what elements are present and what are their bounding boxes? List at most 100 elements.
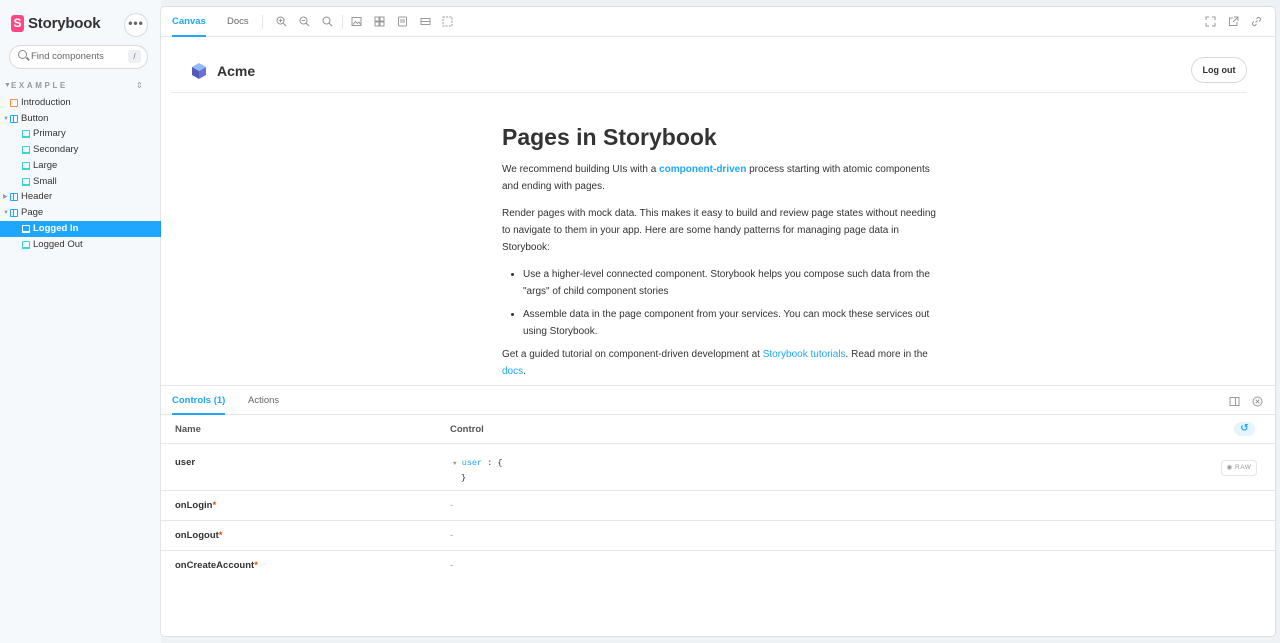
section-header-example[interactable]: ▼ EXAMPLE ⇕ xyxy=(0,80,161,92)
sidebar-item-label: Large xyxy=(33,160,58,171)
required-mark: * xyxy=(254,560,258,571)
arg-control: - xyxy=(450,530,454,541)
storybook-logo-icon: S xyxy=(11,15,24,32)
brand-name: Storybook xyxy=(28,15,101,32)
text: Get a guided tutorial on component-drive… xyxy=(502,349,763,360)
sidebar-item-page[interactable]: ▼ Page xyxy=(0,205,161,221)
sidebar-item-header[interactable]: ▶ Header xyxy=(0,189,161,205)
viewport-icon[interactable] xyxy=(397,16,408,27)
sidebar-item-small[interactable]: Small xyxy=(0,174,161,190)
sidebar-item-introduction[interactable]: Introduction xyxy=(0,95,161,111)
docs-link[interactable]: docs xyxy=(502,366,523,377)
arg-name-text: onLogout xyxy=(175,530,219,541)
copy-link-icon[interactable] xyxy=(1251,16,1262,27)
expand-collapse-icon[interactable]: ⇕ xyxy=(136,80,143,92)
tab-docs[interactable]: Docs xyxy=(227,7,249,37)
sidebar-item-label: Page xyxy=(21,207,44,218)
toolbar-divider xyxy=(262,15,263,29)
toolbar-divider xyxy=(342,15,343,29)
article-paragraph: Render pages with mock data. This makes … xyxy=(502,208,936,253)
text: . xyxy=(523,366,526,377)
object-key: user xyxy=(461,458,483,468)
sidebar-item-label: Header xyxy=(21,191,53,202)
text: . Read more in the xyxy=(845,349,928,360)
chevron-down-icon[interactable]: ▼ xyxy=(453,460,457,467)
zoom-out-icon[interactable] xyxy=(299,16,310,27)
table-row: user ▼ user : { } ◉ RAW xyxy=(161,444,1275,491)
sidebar-item-secondary[interactable]: Secondary xyxy=(0,142,161,158)
chevron-right-icon: ▶ xyxy=(3,194,8,200)
required-mark: * xyxy=(218,530,223,541)
storybook-brand[interactable]: S Storybook xyxy=(11,15,101,32)
sidebar-item-label: Introduction xyxy=(21,97,71,108)
table-row: onLogin* - xyxy=(161,491,1275,521)
tab-canvas[interactable]: Canvas xyxy=(172,7,206,37)
acme-logo-icon xyxy=(191,63,207,79)
raw-toggle-button[interactable]: ◉ RAW xyxy=(1222,461,1256,475)
zoom-reset-icon[interactable] xyxy=(322,16,333,27)
page-article: Pages in Storybook We recommend building… xyxy=(502,123,937,385)
sidebar: S Storybook ••• Find components / ▼ EXAM… xyxy=(0,0,161,643)
document-icon xyxy=(10,99,18,107)
search-shortcut-key: / xyxy=(128,50,141,63)
bookmark-icon xyxy=(22,241,30,249)
arg-name: onLogin* xyxy=(175,500,216,511)
object-control[interactable]: ▼ user : { } xyxy=(453,456,503,486)
reset-controls-button[interactable]: ↺ xyxy=(1234,422,1255,436)
arg-name: onLogout* xyxy=(175,530,223,541)
more-menu-button[interactable]: ••• xyxy=(125,14,147,36)
main-panel: Canvas Docs Acme Log out Pages in Storyb… xyxy=(161,7,1275,636)
toolbar: Canvas Docs xyxy=(161,7,1275,37)
column-header-name: Name xyxy=(175,424,201,435)
table-row: onLogout* - xyxy=(161,521,1275,551)
addons-panel: Controls (1) Actions Name Control ↺ user… xyxy=(161,385,1275,636)
sidebar-item-primary[interactable]: Primary xyxy=(0,126,161,142)
sidebar-item-label: Secondary xyxy=(33,144,79,155)
sidebar-item-logged-out[interactable]: Logged Out xyxy=(0,237,161,253)
arg-name: onCreateAccount* xyxy=(175,560,258,571)
sidebar-item-label: Primary xyxy=(33,128,66,139)
tab-actions[interactable]: Actions xyxy=(248,386,279,415)
chevron-down-icon: ▼ xyxy=(3,116,9,122)
component-icon xyxy=(10,209,18,217)
fullscreen-icon[interactable] xyxy=(1205,16,1216,27)
table-row: onCreateAccount* - xyxy=(161,551,1275,581)
bookmark-icon xyxy=(22,146,30,154)
background-icon[interactable] xyxy=(351,16,362,27)
sidebar-item-button[interactable]: ▼ Button xyxy=(0,111,161,127)
acme-title: Acme xyxy=(217,63,256,79)
search-field[interactable]: Find components / xyxy=(10,46,147,68)
zoom-in-icon[interactable] xyxy=(276,16,287,27)
outline-icon[interactable] xyxy=(442,16,453,27)
tab-controls[interactable]: Controls (1) xyxy=(172,386,226,415)
sidebar-item-label: Button xyxy=(21,113,49,124)
component-icon xyxy=(10,115,18,123)
arg-name-text: onCreateAccount xyxy=(175,560,255,571)
grid-icon[interactable] xyxy=(374,16,385,27)
arg-control: - xyxy=(450,560,454,571)
sidebar-item-large[interactable]: Large xyxy=(0,158,161,174)
panel-orientation-icon[interactable] xyxy=(1229,395,1240,406)
component-driven-link[interactable]: component-driven xyxy=(659,164,746,175)
addon-tabs: Controls (1) Actions xyxy=(161,386,1275,415)
search-icon xyxy=(18,50,27,59)
chevron-down-icon: ▼ xyxy=(3,210,9,216)
object-close-brace: } xyxy=(461,473,467,483)
bookmark-icon xyxy=(22,130,30,138)
list-item: Use a higher-level connected component. … xyxy=(523,266,937,300)
storybook-tutorials-link[interactable]: Storybook tutorials xyxy=(763,349,846,360)
text: We recommend building UIs with a xyxy=(502,164,660,175)
bookmark-icon xyxy=(22,162,30,170)
object-open-brace: : { xyxy=(487,458,503,468)
log-out-button[interactable]: Log out xyxy=(1192,58,1246,82)
sidebar-item-logged-in[interactable]: Logged In xyxy=(0,221,161,237)
raw-label: RAW xyxy=(1235,464,1252,471)
acme-header: Acme Log out xyxy=(171,55,1247,93)
new-tab-icon[interactable] xyxy=(1228,16,1239,27)
column-header-control: Control xyxy=(450,424,484,435)
story-canvas: Acme Log out Pages in Storybook We recom… xyxy=(161,37,1275,385)
measure-icon[interactable] xyxy=(420,16,431,27)
close-icon[interactable] xyxy=(1252,395,1263,407)
section-label: EXAMPLE xyxy=(11,81,68,90)
article-title: Pages in Storybook xyxy=(502,124,717,150)
